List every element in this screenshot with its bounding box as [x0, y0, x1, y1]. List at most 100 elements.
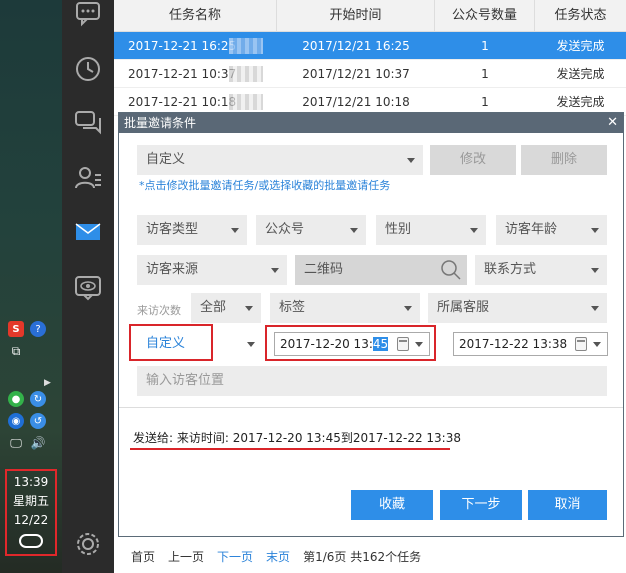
chevron-down-icon	[591, 228, 599, 233]
system-tray: S ? ⧉ ● ↻ ◉ ↺ 🖵 🔊	[0, 318, 62, 454]
cloud-sync-icon[interactable]: ↺	[30, 413, 46, 429]
help-icon[interactable]: ?	[30, 321, 46, 337]
chevron-down-icon[interactable]	[593, 342, 601, 347]
messages-icon[interactable]	[73, 108, 103, 136]
task-name: 2017-12-21 16:25	[128, 39, 237, 53]
chevron-down-icon	[350, 228, 358, 233]
visitor-monitor-icon[interactable]	[73, 274, 103, 302]
visitor-source-label: 访客来源	[146, 262, 199, 277]
column-header-task-name[interactable]: 任务名称	[114, 0, 277, 32]
task-status: 发送完成	[556, 39, 605, 53]
gender-label: 性别	[385, 222, 412, 237]
column-header-account-count[interactable]: 公众号数量	[435, 0, 535, 32]
app-sidebar	[62, 0, 114, 573]
batch-invite-dialog: 批量邀请条件 ✕ 自定义 修改 删除 *点击修改批量邀请任务/或选择收藏的批量邀…	[118, 112, 624, 537]
visitor-age-select[interactable]: 访客年龄	[496, 215, 607, 245]
clock-history-icon[interactable]	[73, 55, 103, 83]
end-datetime-picker[interactable]: 2017-12-22 13:38	[453, 332, 608, 356]
tag-select[interactable]: 标签	[270, 293, 420, 323]
task-account-count: 1	[481, 39, 489, 53]
send-to-summary: 发送给: 来访时间: 2017-12-20 13:45到2017-12-22 1…	[133, 431, 461, 445]
calendar-icon[interactable]	[575, 337, 587, 351]
last-page-link[interactable]: 末页	[266, 548, 290, 565]
highlight-time-mode	[129, 324, 213, 361]
visit-count-value: 全部	[200, 300, 227, 315]
gender-select[interactable]: 性别	[376, 215, 486, 245]
official-account-label: 公众号	[265, 222, 305, 237]
chat-icon[interactable]	[73, 0, 103, 28]
wechat-icon[interactable]: ●	[8, 391, 24, 407]
next-step-button[interactable]: 下一步	[440, 490, 522, 520]
settings-gear-icon[interactable]	[73, 530, 103, 558]
first-page-link[interactable]: 首页	[131, 548, 155, 565]
preset-select-value: 自定义	[146, 152, 186, 167]
task-start-time: 2017/12/21 16:25	[302, 39, 410, 53]
visitor-type-select[interactable]: 访客类型	[137, 215, 247, 245]
visitor-source-select[interactable]: 访客来源	[137, 255, 287, 285]
column-header-status[interactable]: 任务状态	[535, 0, 626, 32]
table-row[interactable]: 2017-12-21 10:37 2017/12/21 10:37 1 发送完成	[114, 60, 626, 88]
location-placeholder: 输入访客位置	[146, 373, 225, 388]
column-header-start-time[interactable]: 开始时间	[277, 0, 435, 32]
prev-page-link[interactable]: 上一页	[168, 548, 204, 565]
tag-label: 标签	[279, 300, 306, 315]
task-name: 2017-12-21 10:18	[128, 95, 237, 109]
dialog-title: 批量邀请条件	[124, 116, 197, 130]
cancel-button[interactable]: 取消	[528, 490, 607, 520]
search-icon[interactable]	[441, 260, 461, 280]
page-info: 第1/6页 共162个任务	[303, 550, 422, 564]
redacted-block	[229, 94, 263, 110]
windows-taskbar: S ? ⧉ ● ↻ ◉ ↺ 🖵 🔊 ▶ 13:39 星期五 12/22	[0, 0, 62, 573]
sync-icon[interactable]: ↻	[30, 391, 46, 407]
pagination: 首页 上一页 下一页 末页 第1/6页 共162个任务	[131, 548, 434, 565]
close-icon[interactable]: ✕	[607, 113, 618, 133]
chevron-down-icon	[247, 342, 255, 347]
qr-code-search[interactable]: 二维码	[295, 255, 467, 285]
task-account-count: 1	[481, 67, 489, 81]
contact-select[interactable]: 联系方式	[475, 255, 607, 285]
main-panel: 任务名称 开始时间 公众号数量 任务状态 2017-12-21 16:25 20…	[114, 0, 626, 573]
contacts-icon[interactable]	[73, 164, 103, 192]
chevron-down-icon	[591, 306, 599, 311]
redacted-block	[229, 38, 263, 54]
next-page-link[interactable]: 下一页	[217, 548, 253, 565]
official-account-select[interactable]: 公众号	[256, 215, 366, 245]
chevron-down-icon	[245, 306, 253, 311]
delete-button[interactable]: 删除	[521, 145, 607, 175]
visit-count-select[interactable]: 全部	[191, 293, 261, 323]
assigned-service-select[interactable]: 所属客服	[428, 293, 607, 323]
modify-button[interactable]: 修改	[430, 145, 516, 175]
qr-code-placeholder: 二维码	[304, 262, 344, 277]
volume-icon[interactable]: 🔊	[30, 435, 46, 451]
visit-count-label: 来访次数	[137, 304, 181, 317]
sogou-input-icon[interactable]: S	[8, 321, 24, 337]
browser-icon[interactable]: ◉	[8, 413, 24, 429]
preset-select[interactable]: 自定义	[137, 145, 423, 175]
section-divider	[119, 407, 623, 408]
clock-time: 13:39	[13, 475, 49, 489]
tray-expand-icon[interactable]: ▶	[44, 378, 51, 388]
hint-text: *点击修改批量邀请任务/或选择收藏的批量邀请任务	[139, 179, 391, 192]
network-icon[interactable]: 🖵	[8, 435, 24, 451]
visitor-type-label: 访客类型	[146, 222, 199, 237]
table-row[interactable]: 2017-12-21 16:25 2017/12/21 16:25 1 发送完成	[114, 32, 626, 60]
favorite-button[interactable]: 收藏	[351, 490, 433, 520]
chevron-down-icon	[231, 228, 239, 233]
chevron-down-icon	[470, 228, 478, 233]
cloud-icon[interactable]	[19, 534, 43, 548]
highlight-underline	[130, 448, 450, 450]
windows-icon[interactable]: ⧉	[8, 343, 24, 359]
visitor-location-input[interactable]: 输入访客位置	[137, 366, 607, 396]
redacted-block	[229, 66, 263, 82]
clock-weekday: 星期五	[12, 494, 49, 508]
task-start-time: 2017/12/21 10:37	[302, 67, 410, 81]
task-status: 发送完成	[556, 67, 605, 81]
table-header: 任务名称 开始时间 公众号数量 任务状态	[114, 0, 626, 32]
chevron-down-icon	[404, 306, 412, 311]
highlight-start-datetime	[265, 325, 436, 361]
mail-icon[interactable]	[73, 218, 103, 246]
chevron-down-icon	[271, 268, 279, 273]
contact-label: 联系方式	[484, 262, 537, 277]
dialog-titlebar[interactable]: 批量邀请条件 ✕	[119, 113, 623, 133]
chevron-down-icon	[407, 158, 415, 163]
